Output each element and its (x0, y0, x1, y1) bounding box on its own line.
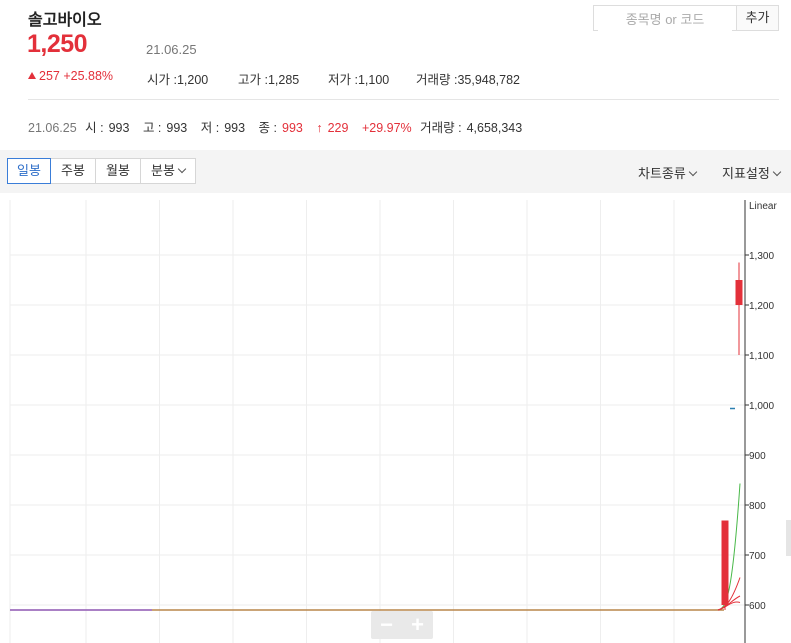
summary-volume: 거래량 : 4,658,343 (420, 121, 527, 135)
price-chart[interactable]: Linear 1,300 1,200 1,100 1,000 900 800 700 600 (0, 195, 791, 643)
y-tick-label: 1,300 (749, 251, 774, 262)
volume-value: 35,948,782 (457, 73, 521, 87)
stock-search-input[interactable] (598, 7, 732, 31)
chart-scroll-handle (786, 520, 791, 556)
high-stat: 고가 :1,285 (238, 69, 299, 88)
summary-change-percent: +29.97% (361, 121, 412, 135)
low-label: 저가 : (328, 73, 358, 87)
stock-name: 솔고바이오 (28, 12, 102, 29)
summary-change-value: 229 (327, 121, 349, 135)
volume-label: 거래량 : (416, 73, 458, 87)
summary-volume-label: 거래량 : (420, 121, 462, 135)
tab-minute-label: 분봉 (151, 163, 175, 178)
tab-daily[interactable]: 일봉 (7, 158, 51, 184)
zoom-control: − + (371, 611, 433, 639)
summary-high-label: 고 : (142, 121, 162, 135)
zoom-in-button[interactable]: + (402, 611, 433, 639)
stock-search (593, 5, 737, 31)
moving-average-line (717, 483, 741, 611)
summary-change: ↑ 229 (316, 121, 353, 135)
indicator-settings-menu[interactable]: 지표설정 (722, 163, 782, 182)
chevron-down-icon (688, 167, 698, 177)
up-triangle-icon (28, 72, 36, 79)
y-tick-label: 700 (749, 551, 766, 562)
indicator-settings-label: 지표설정 (722, 166, 770, 181)
up-arrow-icon: ↑ (316, 121, 323, 135)
summary-close: 종 : 993 (259, 121, 308, 135)
y-tick-label: 1,000 (749, 401, 774, 412)
summary-close-value: 993 (282, 121, 303, 135)
candle-body (735, 280, 743, 305)
y-tick-label: 600 (749, 601, 766, 612)
chart-type-menu[interactable]: 차트종류 (638, 163, 698, 182)
summary-volume-value: 4,658,343 (466, 121, 523, 135)
scale-label: Linear (749, 201, 777, 212)
summary-open-value: 993 (108, 121, 130, 135)
daily-summary: 21.06.25 시 : 993 고 : 993 저 : 993 종 : 993 ↑ 22… (28, 117, 532, 136)
summary-low: 저 : 993 (201, 121, 250, 135)
add-button[interactable]: 추가 (736, 5, 779, 31)
candle-body (721, 520, 729, 605)
summary-low-value: 993 (224, 121, 246, 135)
open-label: 시가 : (147, 73, 177, 87)
summary-open: 시 : 993 (85, 121, 134, 135)
tab-weekly[interactable]: 주봉 (50, 158, 96, 184)
y-tick-label: 1,100 (749, 351, 774, 362)
y-axis-ticks: 1,300 1,200 1,100 1,000 900 800 700 600 (745, 251, 774, 612)
low-value: 1,100 (357, 73, 390, 87)
summary-date: 21.06.25 (28, 121, 77, 135)
y-tick-label: 900 (749, 451, 766, 462)
header-divider (28, 99, 779, 100)
price-change: 257 +25.88% (28, 69, 113, 83)
y-tick-label: 800 (749, 501, 766, 512)
chart-type-label: 차트종류 (638, 166, 686, 181)
y-tick-label: 1,200 (749, 301, 774, 312)
chevron-down-icon (772, 167, 782, 177)
open-stat: 시가 :1,200 (147, 69, 208, 88)
current-price: 1,250 (27, 30, 88, 58)
summary-close-label: 종 : (258, 121, 277, 135)
low-stat: 저가 :1,100 (328, 69, 389, 88)
high-value: 1,285 (267, 73, 300, 87)
period-tabs: 일봉 주봉 월봉 분봉 (7, 158, 196, 184)
volume-stat: 거래량 :35,948,782 (416, 69, 520, 88)
chevron-down-icon (177, 164, 187, 174)
summary-open-label: 시 : (85, 121, 104, 135)
summary-low-label: 저 : (200, 121, 220, 135)
open-value: 1,200 (176, 73, 209, 87)
price-date: 21.06.25 (146, 42, 197, 57)
summary-high: 고 : 993 (143, 121, 192, 135)
tab-monthly[interactable]: 월봉 (95, 158, 141, 184)
chart-marks (10, 262, 743, 611)
chart-grid (9, 200, 745, 643)
change-value: 257 (39, 69, 60, 83)
summary-high-value: 993 (166, 121, 188, 135)
change-percent: +25.88% (63, 69, 114, 83)
zoom-out-button[interactable]: − (371, 611, 402, 639)
high-label: 고가 : (238, 73, 268, 87)
tab-minute[interactable]: 분봉 (140, 158, 196, 184)
